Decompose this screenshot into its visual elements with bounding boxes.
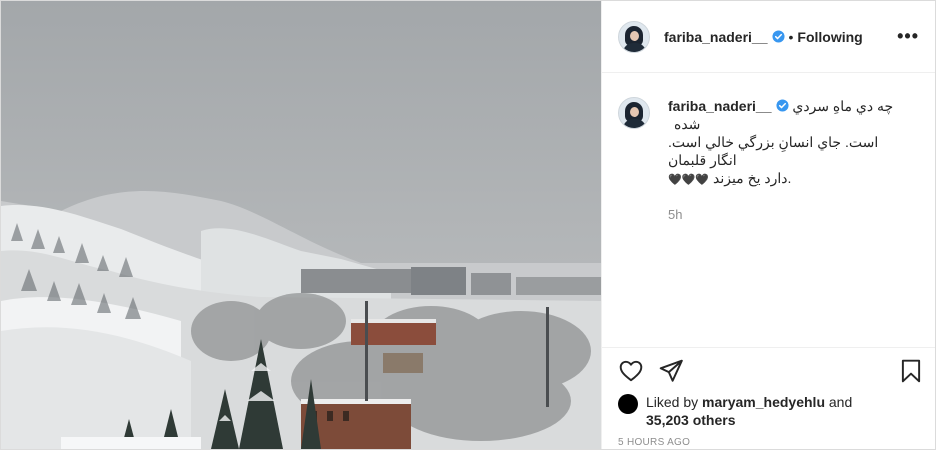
caption-timestamp: 5h <box>668 207 683 222</box>
heart-icon[interactable] <box>618 358 644 384</box>
likes-count-link[interactable]: 35,203 others <box>646 412 736 428</box>
post-header: fariba_naderi__ • Following ••• <box>602 1 935 73</box>
share-icon[interactable] <box>658 358 684 384</box>
likes-summary: Liked by maryam_hedyehlu and 35,203 othe… <box>618 393 852 429</box>
bookmark-icon[interactable] <box>898 358 924 384</box>
caption-hearts: 🖤🖤🖤 <box>668 174 710 186</box>
liked-by-prefix: Liked by <box>646 394 699 410</box>
caption-line-2: است. جاي انسانِ بزرگي خالي است. انگار قل… <box>668 134 879 168</box>
caption-block: fariba_naderi__ چه دي ماهِ سردي شده است.… <box>602 73 935 346</box>
instagram-post: fariba_naderi__ • Following ••• fariba_n… <box>0 0 936 450</box>
likes-text: Liked by maryam_hedyehlu and 35,203 othe… <box>646 393 852 429</box>
post-sidebar: fariba_naderi__ • Following ••• fariba_n… <box>601 1 935 449</box>
verified-badge-icon <box>771 30 785 43</box>
caption-text: fariba_naderi__ چه دي ماهِ سردي شده است.… <box>668 97 919 189</box>
liked-by-user[interactable]: maryam_hedyehlu <box>702 394 825 410</box>
post-photo[interactable] <box>1 1 601 449</box>
author-username[interactable]: fariba_naderi__ <box>664 29 768 45</box>
header-separator: • <box>788 28 794 45</box>
post-age[interactable]: 5 HOURS AGO <box>618 437 690 448</box>
caption-avatar[interactable] <box>618 97 650 129</box>
following-button[interactable]: Following <box>797 29 862 45</box>
verified-badge-icon <box>775 99 789 112</box>
snowy-mountain-photo <box>1 1 601 449</box>
liker-avatar[interactable] <box>618 394 638 414</box>
action-bar <box>602 347 935 394</box>
author-avatar[interactable] <box>618 20 650 53</box>
liked-by-and: and <box>828 394 853 410</box>
more-options-icon[interactable]: ••• <box>897 27 919 45</box>
caption-line-3-wrap: 🖤🖤🖤 دارد يخ ميزند. <box>668 169 908 189</box>
caption-line-3: دارد يخ ميزند. <box>712 170 792 186</box>
caption-username[interactable]: fariba_naderi__ <box>668 98 772 114</box>
